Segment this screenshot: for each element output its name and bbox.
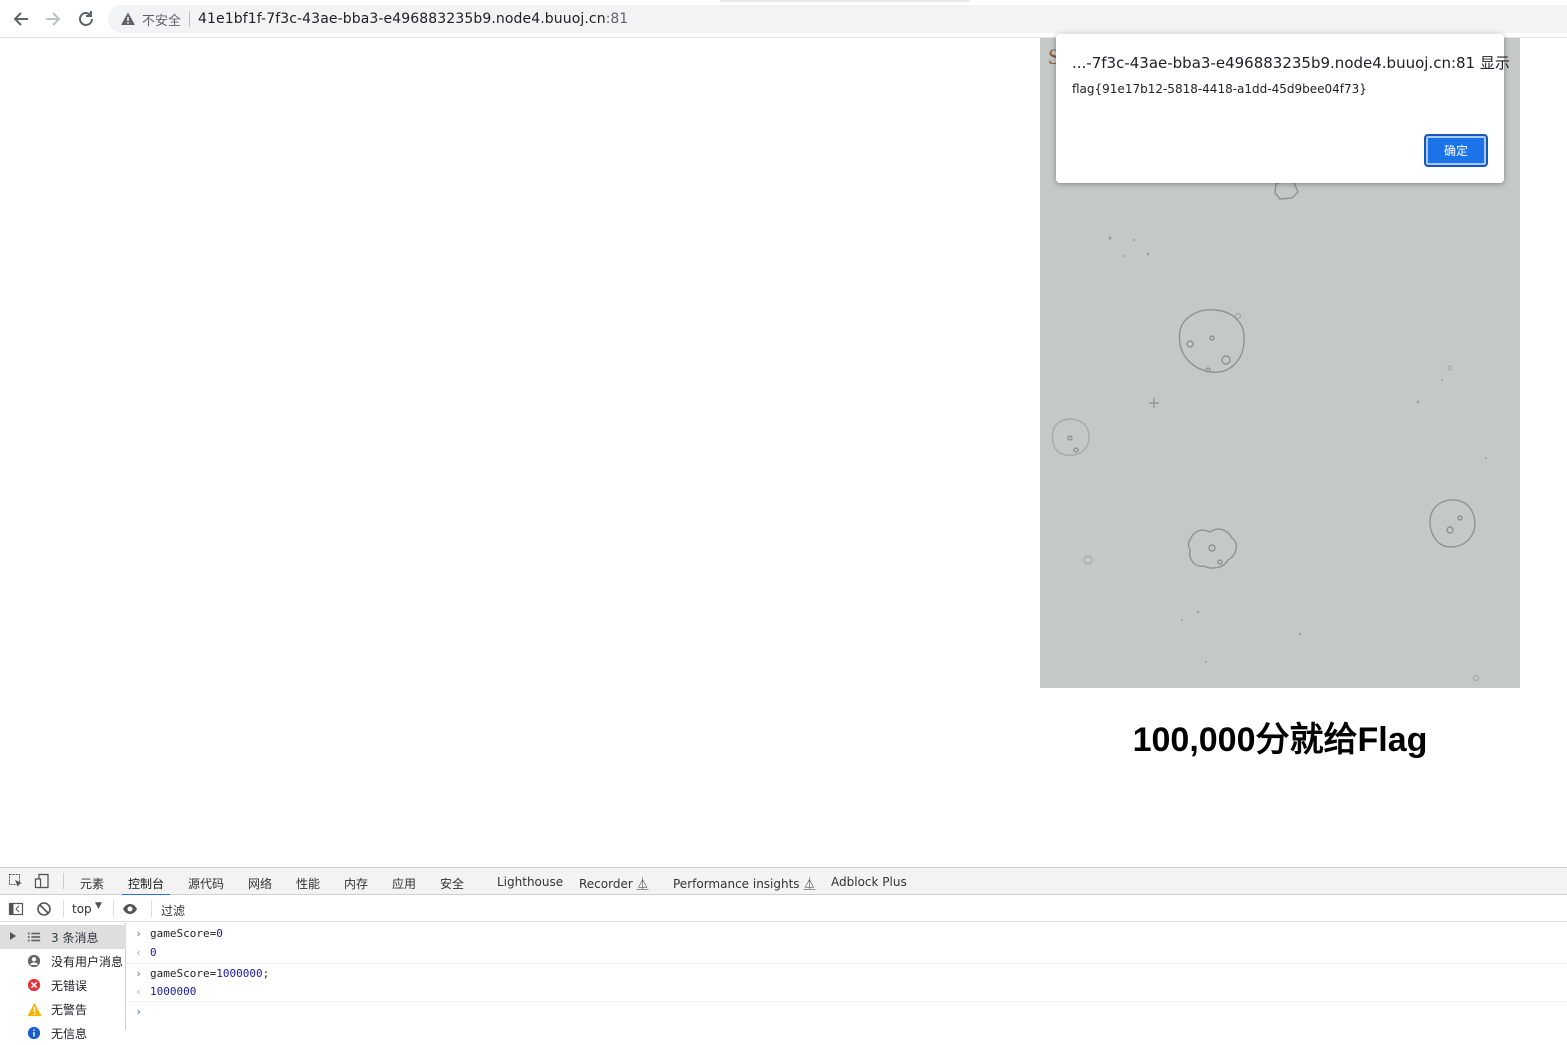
console-input-line[interactable]: › gameScore= 1000000;	[127, 963, 1567, 982]
tab-performance[interactable]: 性能	[296, 875, 320, 892]
alert-title: ...-7f3c-43ae-bba3-e496883235b9.node4.bu…	[1072, 54, 1510, 72]
toolbar-divider	[63, 900, 64, 917]
tab-adblock-plus[interactable]: Adblock Plus	[831, 875, 907, 889]
expand-triangle-icon[interactable]	[10, 932, 16, 940]
tabbar-divider	[63, 873, 64, 889]
asteroid	[1051, 418, 1090, 457]
alert-dialog: ...-7f3c-43ae-bba3-e496883235b9.node4.bu…	[1056, 34, 1510, 183]
asteroid	[1187, 528, 1238, 569]
console-result-line: ‹ 1000000	[127, 982, 1567, 1001]
toolbar-divider	[113, 900, 114, 917]
reload-button[interactable]	[73, 6, 99, 32]
console-result-line: ‹ 0	[127, 943, 1567, 962]
console-result: 0	[150, 946, 157, 959]
console-prompt[interactable]: ›	[127, 1001, 1567, 1020]
console-sidebar: 3 条消息 没有用户消息 无错误 无警告 无信息	[0, 923, 126, 1041]
sidebar-item-label: 无信息	[51, 1026, 88, 1041]
alert-message: flag{91e17b12-5818-4418-a1dd-45d9bee04f7…	[1072, 82, 1367, 96]
console-code-number: 1000000	[216, 966, 263, 980]
sidebar-item-label: 没有用户消息	[51, 954, 124, 969]
chevron-down-icon[interactable]: ▼	[95, 901, 102, 911]
back-button[interactable]	[8, 6, 34, 32]
console-code: gameScore=	[150, 927, 217, 940]
sidebar-item-user-messages[interactable]: 没有用户消息	[0, 949, 126, 973]
warning-icon	[26, 1001, 42, 1017]
url-port[interactable]: :81	[606, 11, 629, 27]
reload-icon	[79, 11, 93, 26]
console-code-tail: ;	[262, 966, 270, 980]
console-toolbar: top ▼ 过滤	[0, 895, 1567, 922]
sidebar-item-errors[interactable]: 无错误	[0, 973, 126, 997]
omnibox-divider	[189, 11, 191, 27]
devtools-tabbar: 元素 控制台 源代码 网络 性能 内存 应用 安全 Lighthouse Rec…	[0, 868, 1567, 896]
prompt-chevron-icon: ›	[135, 1004, 142, 1018]
browser-toolbar: 不安全 41e1bf1f-7f3c-43ae-bba3-e496883235b9…	[0, 0, 1567, 38]
error-icon	[26, 977, 42, 993]
tab-strip-edge	[720, 0, 970, 2]
sidebar-item-messages[interactable]: 3 条消息	[0, 925, 126, 949]
console-output[interactable]: › gameScore= 0 ‹ 0 › gameScore= 1000000; ‹…	[127, 923, 1567, 1030]
warning-triangle-icon[interactable]	[120, 11, 136, 27]
tab-performance-insights[interactable]: Performance insights ⏅	[673, 875, 815, 892]
tab-security[interactable]: 安全	[440, 875, 464, 892]
sidebar-toggle-icon[interactable]	[8, 901, 24, 917]
sidebar-item-warnings[interactable]: 无警告	[0, 997, 126, 1021]
device-toolbar-icon[interactable]	[34, 873, 50, 889]
console-code: gameScore=	[150, 966, 217, 980]
asteroid	[1429, 499, 1476, 548]
sidebar-item-label: 3 条消息	[51, 930, 99, 945]
tab-elements[interactable]: 元素	[80, 875, 104, 892]
tab-sources[interactable]: 源代码	[188, 875, 224, 892]
list-icon	[26, 929, 42, 945]
sparkle	[1149, 398, 1159, 408]
tab-console[interactable]: 控制台	[121, 875, 171, 896]
devtools-panel: 元素 控制台 源代码 网络 性能 内存 应用 安全 Lighthouse Rec…	[0, 867, 1567, 1041]
console-filter-input[interactable]: 过滤	[161, 902, 185, 919]
inspect-element-icon[interactable]	[8, 873, 24, 889]
tab-network[interactable]: 网络	[248, 875, 272, 892]
console-result: 1000000	[150, 985, 197, 998]
score-prompt: 100,000分就给Flag	[1132, 721, 1428, 759]
back-arrow-icon	[13, 12, 28, 26]
eye-icon[interactable]	[122, 901, 138, 917]
info-icon	[26, 1025, 42, 1041]
alert-ok-button[interactable]: 确定	[1424, 134, 1488, 167]
tab-application[interactable]: 应用	[392, 875, 416, 892]
return-arrow-icon: ‹	[135, 946, 142, 959]
security-label[interactable]: 不安全	[142, 10, 181, 29]
forward-arrow-icon	[46, 12, 61, 26]
tab-lighthouse[interactable]: Lighthouse	[497, 875, 563, 889]
tab-memory[interactable]: 内存	[344, 875, 368, 892]
clear-console-icon[interactable]	[36, 901, 52, 917]
tab-recorder[interactable]: Recorder ⏅	[579, 875, 649, 892]
console-code-number: 0	[216, 927, 223, 940]
chevron-right-icon: ›	[135, 927, 142, 940]
console-input-line[interactable]: › gameScore= 0	[127, 924, 1567, 943]
sidebar-item-info[interactable]: 无信息	[0, 1021, 126, 1045]
chevron-right-icon: ›	[135, 966, 142, 980]
context-selector[interactable]: top	[72, 902, 92, 916]
url-host[interactable]: 41e1bf1f-7f3c-43ae-bba3-e496883235b9.nod…	[198, 11, 606, 27]
toolbar-divider	[151, 900, 152, 917]
sidebar-item-label: 无警告	[51, 1002, 88, 1017]
forward-button[interactable]	[40, 6, 66, 32]
return-arrow-icon: ‹	[135, 985, 142, 998]
user-icon	[26, 953, 42, 969]
sidebar-item-label: 无错误	[51, 978, 88, 993]
address-bar[interactable]: 不安全 41e1bf1f-7f3c-43ae-bba3-e496883235b9…	[108, 5, 1567, 33]
